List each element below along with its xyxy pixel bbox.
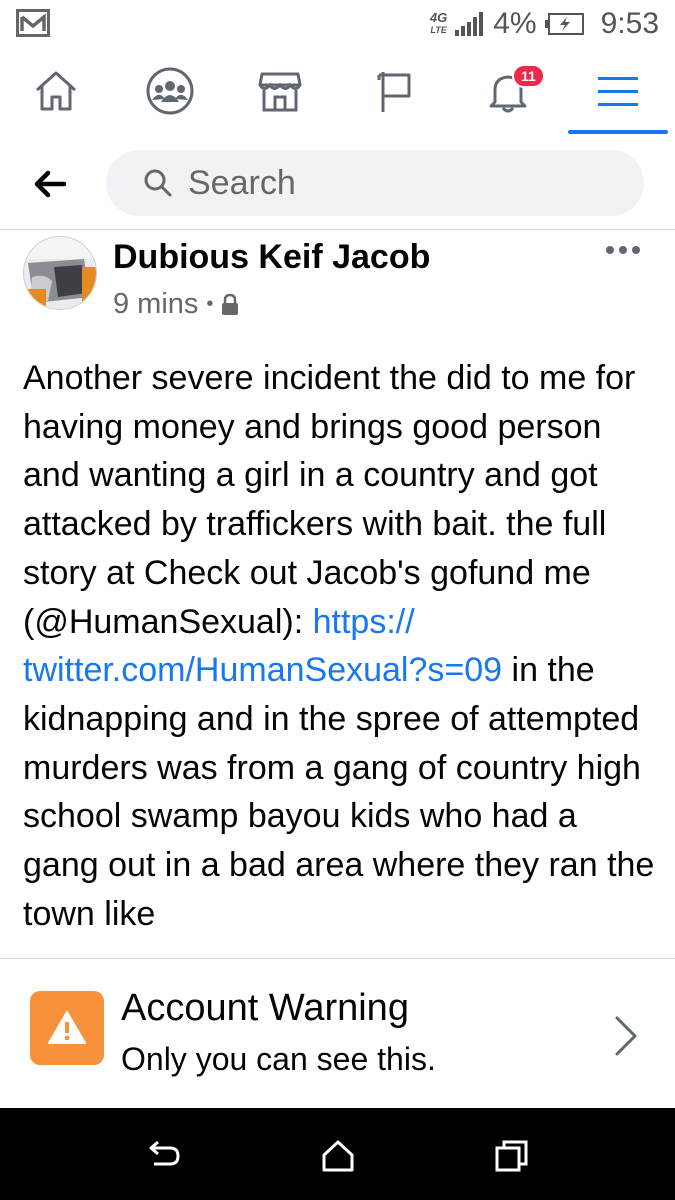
nav-menu[interactable] (590, 66, 646, 116)
status-bar: 4G LTE 4% 9:53 (0, 0, 675, 50)
menu-icon (598, 77, 638, 106)
warning-icon-box (30, 991, 104, 1065)
nav-notifications[interactable]: 11 (480, 64, 545, 116)
home-icon[interactable] (320, 1138, 356, 1174)
gmail-icon (16, 9, 50, 37)
battery-icon (544, 13, 584, 35)
notification-badge: 11 (512, 64, 545, 88)
post-text-start: Another severe incident the did to me fo… (23, 359, 636, 641)
flag-icon (377, 72, 411, 112)
avatar[interactable] (23, 236, 97, 310)
lock-icon (222, 293, 239, 315)
post-body: Another severe incident the did to me fo… (23, 354, 658, 958)
back-arrow-icon[interactable] (30, 164, 70, 204)
post-time[interactable]: 9 mins (113, 288, 198, 321)
nav-marketplace[interactable] (252, 66, 308, 116)
nav-home[interactable] (28, 66, 84, 116)
more-options-icon[interactable] (605, 240, 641, 260)
system-navigation-bar (0, 1108, 675, 1200)
post-header: Dubious Keif Jacob 9 mins • (0, 232, 675, 332)
search-input[interactable] (188, 163, 608, 203)
search-bar[interactable] (106, 150, 644, 216)
marketplace-icon (258, 72, 302, 112)
warning-title: Account Warning (121, 987, 409, 1029)
back-icon[interactable] (146, 1138, 182, 1174)
warning-icon (48, 1011, 86, 1044)
clock: 9:53 (600, 7, 659, 40)
post-text-end: in the kidnapping and in the spree of at… (23, 651, 655, 933)
battery-percent: 4% (493, 7, 537, 40)
status-indicators: 4G LTE 4% 9:53 (430, 4, 659, 44)
home-icon (35, 71, 77, 111)
account-warning-banner[interactable]: Account Warning Only you can see this. (0, 958, 675, 1108)
search-header (0, 134, 675, 230)
post-meta: 9 mins • (113, 288, 239, 321)
nav-groups[interactable] (142, 66, 198, 116)
search-icon (144, 169, 172, 197)
meta-separator: • (206, 293, 214, 315)
signal-icon (455, 12, 484, 36)
nav-pages[interactable] (366, 66, 422, 116)
warning-subtitle: Only you can see this. (121, 1041, 436, 1077)
network-type: 4G LTE (429, 10, 448, 35)
recents-icon[interactable] (494, 1138, 530, 1174)
chevron-right-icon[interactable] (613, 1015, 639, 1057)
top-navigation: 11 (0, 50, 675, 134)
groups-icon (146, 67, 194, 115)
post-author[interactable]: Dubious Keif Jacob (113, 238, 430, 277)
